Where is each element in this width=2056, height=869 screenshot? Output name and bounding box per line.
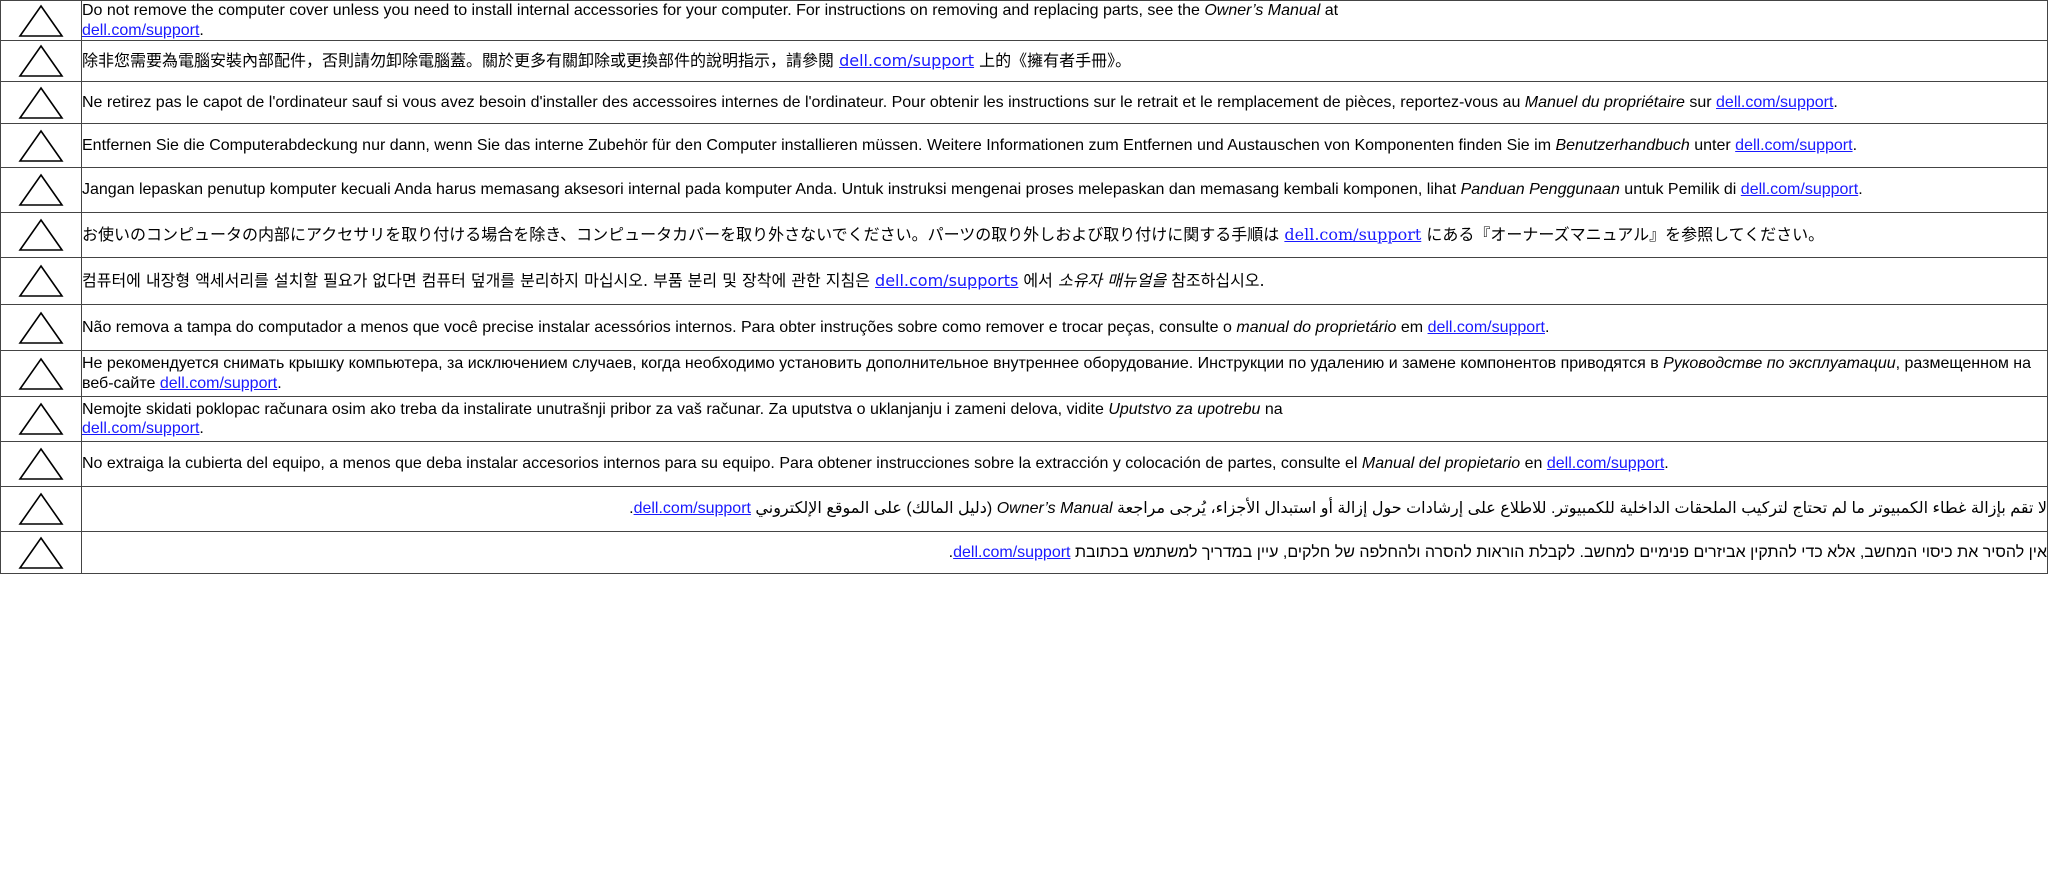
caution-triangle-icon xyxy=(0,123,82,168)
support-link[interactable]: dell.com/support xyxy=(160,375,277,392)
notice-row-fr: Ne retirez pas le capot de l'ordinateur … xyxy=(0,81,2048,124)
notice-text-pt: Não remova a tampa do computador a menos… xyxy=(81,304,2048,351)
notice-text-id: Jangan lepaskan penutup komputer kecuali… xyxy=(81,167,2048,213)
notice-text-de: Entfernen Sie die Computerabdeckung nur … xyxy=(81,123,2048,168)
notice-row-he: אין להסיר את כיסוי המחשב, אלא כדי להתקין… xyxy=(0,531,2048,574)
notice-row-ja: お使いのコンピュータの内部にアクセサリを取り付ける場合を除き、コンピュータカバー… xyxy=(0,212,2048,258)
notice-row-ru: Не рекомендуется снимать крышку компьюте… xyxy=(0,350,2048,397)
support-link[interactable]: dell.com/support xyxy=(1547,455,1664,472)
notice-row-ko: 컴퓨터에 내장형 액세서리를 설치할 필요가 없다면 컴퓨터 덮개를 분리하지 … xyxy=(0,257,2048,305)
caution-triangle-icon xyxy=(0,257,82,305)
support-link[interactable]: dell.com/support xyxy=(634,500,751,517)
support-link[interactable]: dell.com/support xyxy=(1741,181,1858,198)
caution-triangle-icon xyxy=(0,441,82,487)
caution-notices-table: Do not remove the computer cover unless … xyxy=(0,0,2048,574)
notice-row-de: Entfernen Sie die Computerabdeckung nur … xyxy=(0,123,2048,168)
notice-text-ru: Не рекомендуется снимать крышку компьюте… xyxy=(81,350,2048,397)
caution-triangle-icon xyxy=(0,167,82,213)
notice-text-fr: Ne retirez pas le capot de l'ordinateur … xyxy=(81,81,2048,124)
support-link[interactable]: dell.com/support xyxy=(82,420,199,437)
support-link[interactable]: dell.com/support xyxy=(1716,94,1833,111)
caution-triangle-icon xyxy=(0,0,82,41)
caution-triangle-icon xyxy=(0,396,82,442)
notice-row-zh: 除非您需要為電腦安裝內部配件，否則請勿卸除電腦蓋。關於更多有關卸除或更換部件的說… xyxy=(0,40,2048,82)
notice-text-en: Do not remove the computer cover unless … xyxy=(81,0,2048,41)
notice-text-ko: 컴퓨터에 내장형 액세서리를 설치할 필요가 없다면 컴퓨터 덮개를 분리하지 … xyxy=(81,257,2048,305)
notice-row-es: No extraiga la cubierta del equipo, a me… xyxy=(0,441,2048,487)
caution-triangle-icon xyxy=(0,486,82,532)
notice-row-pt: Não remova a tampa do computador a menos… xyxy=(0,304,2048,351)
support-link[interactable]: dell.com/supports xyxy=(875,271,1018,290)
caution-triangle-icon xyxy=(0,350,82,397)
notice-text-ar: لا تقم بإزالة غطاء الكمبيوتر ما لم تحتاج… xyxy=(81,486,2048,532)
support-link[interactable]: dell.com/support xyxy=(839,51,974,70)
caution-notices-page: Do not remove the computer cover unless … xyxy=(0,0,2056,869)
support-link[interactable]: dell.com/support xyxy=(1284,225,1421,244)
notice-text-ja: お使いのコンピュータの内部にアクセサリを取り付ける場合を除き、コンピュータカバー… xyxy=(81,212,2048,258)
notice-text-zh: 除非您需要為電腦安裝內部配件，否則請勿卸除電腦蓋。關於更多有關卸除或更換部件的說… xyxy=(81,40,2048,82)
support-link[interactable]: dell.com/support xyxy=(953,544,1070,561)
notice-row-en: Do not remove the computer cover unless … xyxy=(0,0,2048,41)
support-link[interactable]: dell.com/support xyxy=(1428,319,1545,336)
notice-text-sr: Nemojte skidati poklopac računara osim a… xyxy=(81,396,2048,442)
caution-triangle-icon xyxy=(0,531,82,574)
notice-row-ar: لا تقم بإزالة غطاء الكمبيوتر ما لم تحتاج… xyxy=(0,486,2048,532)
caution-triangle-icon xyxy=(0,40,82,82)
support-link[interactable]: dell.com/support xyxy=(1735,137,1852,154)
caution-triangle-icon xyxy=(0,212,82,258)
support-link[interactable]: dell.com/support xyxy=(82,22,199,39)
caution-triangle-icon xyxy=(0,81,82,124)
notice-row-id: Jangan lepaskan penutup komputer kecuali… xyxy=(0,167,2048,213)
caution-triangle-icon xyxy=(0,304,82,351)
notice-text-he: אין להסיר את כיסוי המחשב, אלא כדי להתקין… xyxy=(81,531,2048,574)
notice-row-sr: Nemojte skidati poklopac računara osim a… xyxy=(0,396,2048,442)
notice-text-es: No extraiga la cubierta del equipo, a me… xyxy=(81,441,2048,487)
